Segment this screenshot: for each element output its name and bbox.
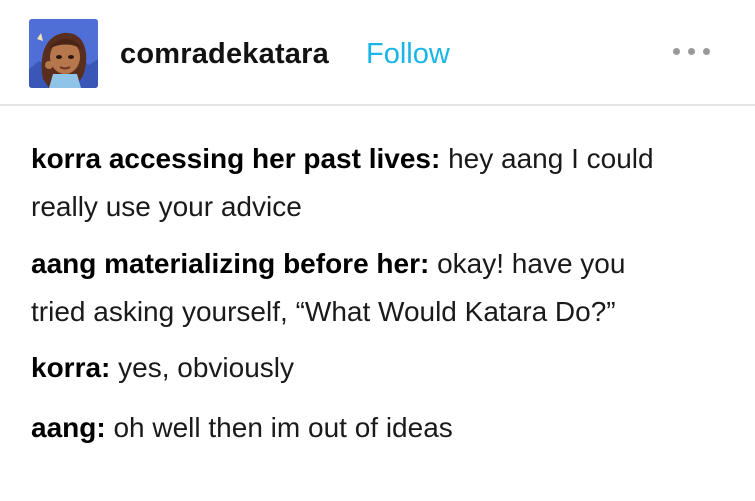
dialogue-line: aang: oh well then im out of ideas (31, 404, 741, 452)
dialogue-text: hey aang I could (440, 143, 654, 174)
follow-button[interactable]: Follow (366, 36, 450, 72)
speaker-label: korra: (31, 352, 111, 383)
dialogue-text: yes, obviously (110, 352, 295, 383)
more-options-icon[interactable] (669, 41, 713, 61)
dialogue-paragraph: aang materializing before her: okay! hav… (31, 240, 741, 336)
dialogue-line: korra: yes, obviously (31, 344, 741, 392)
dialogue-paragraph: korra: yes, obviously (31, 344, 741, 392)
dialogue-line: korra accessing her past lives: hey aang… (31, 135, 741, 183)
post-body: korra accessing her past lives: hey aang… (31, 135, 741, 452)
avatar-illustration-icon (29, 19, 98, 88)
dialogue-paragraph: korra accessing her past lives: hey aang… (31, 135, 741, 231)
dialogue-text: oh well then im out of ideas (105, 412, 453, 443)
dialogue-line: tried asking yourself, “What Would Katar… (31, 296, 616, 327)
post-header: comradekatara Follow (0, 0, 755, 106)
username[interactable]: comradekatara (120, 36, 329, 72)
dialogue-paragraph: aang: oh well then im out of ideas (31, 404, 741, 452)
dialogue-line: really use your advice (31, 191, 302, 222)
dialogue-line: aang materializing before her: okay! hav… (31, 240, 741, 288)
avatar[interactable] (29, 19, 98, 88)
speaker-label: aang: (31, 412, 106, 443)
dialogue-text: okay! have you (429, 248, 626, 279)
speaker-label: korra accessing her past lives: (31, 143, 441, 174)
speaker-label: aang materializing before her: (31, 248, 430, 279)
